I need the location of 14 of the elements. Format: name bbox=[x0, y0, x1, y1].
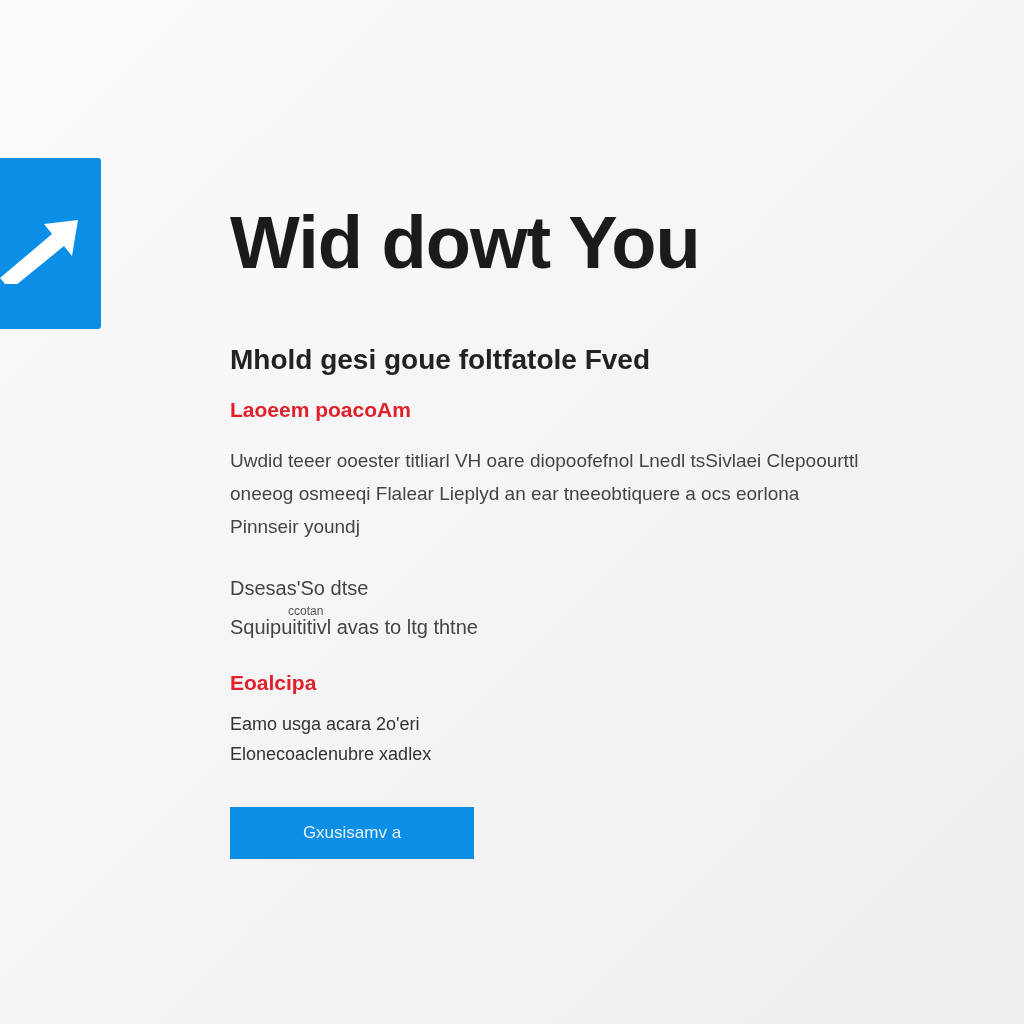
detail-text: Squipuititivl avas to ltg thtne bbox=[230, 616, 478, 639]
alert-text: Laoeem poacoAm bbox=[230, 398, 411, 422]
paragraph-line: oneeog osmeeqi Flalear Lieplyd an ear tneeobtiquere a ocs eorlona bbox=[230, 482, 801, 506]
app-logo-icon bbox=[0, 158, 101, 329]
section-heading: Eoalcipa bbox=[230, 671, 317, 695]
detail-label: Dsesas'So dtse bbox=[230, 577, 369, 600]
section-line: Elonecoaclenubre xadlex bbox=[230, 743, 432, 766]
paragraph-line: Uwdid teeer ooester titliarl VH oare diopoofefnol Lnedl tsSivlaei Clepoourttl bbox=[230, 449, 859, 473]
paragraph-line: Pinnseir youndj bbox=[230, 515, 361, 539]
page-title: Wid dowt You bbox=[230, 206, 700, 280]
action-button[interactable]: Gxusisamv a bbox=[230, 807, 474, 859]
section-line: Eamo usga acara 2o'eri bbox=[230, 713, 421, 736]
subtitle: Mhold gesi goue foltfatole Fved bbox=[230, 344, 650, 376]
detail-note: ccotan bbox=[288, 604, 324, 618]
